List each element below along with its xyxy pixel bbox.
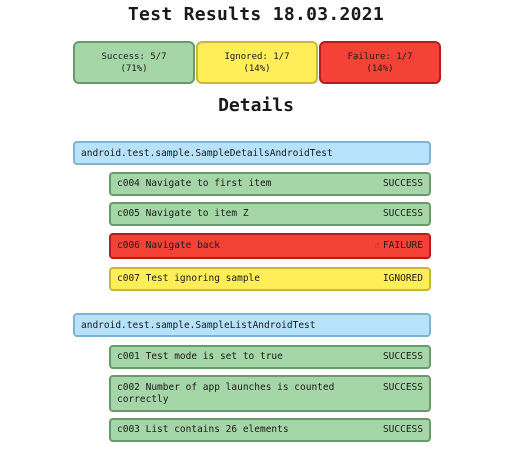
test-name: c004 Navigate to first item: [117, 178, 272, 189]
test-name: c005 Navigate to item Z: [117, 208, 249, 219]
summary-ignored-count: Ignored: 1/7: [224, 51, 290, 62]
suite-header[interactable]: android.test.sample.SampleDetailsAndroid…: [73, 141, 431, 165]
test-row[interactable]: c001 Test mode is set to true SUCCESS: [109, 345, 431, 369]
summary-failure-card: Failure: 1/7 (14%): [319, 41, 441, 84]
suite-header[interactable]: android.test.sample.SampleListAndroidTes…: [73, 313, 431, 337]
test-status: FAILURE: [382, 240, 423, 251]
pointer-hand-icon: ☝: [374, 241, 380, 251]
test-row[interactable]: c005 Navigate to item Z SUCCESS: [109, 202, 431, 226]
test-name: c007 Test ignoring sample: [117, 273, 260, 284]
test-status: SUCCESS: [382, 382, 423, 393]
test-status: IGNORED: [382, 273, 423, 284]
test-row[interactable]: c004 Navigate to first item SUCCESS: [109, 172, 431, 196]
test-row[interactable]: c006 Navigate back ☝ FAILURE: [109, 233, 431, 259]
summary-success-count: Success: 5/7: [101, 51, 167, 62]
test-row[interactable]: c007 Test ignoring sample IGNORED: [109, 267, 431, 291]
test-name: c002 Number of app launches is counted c…: [117, 382, 335, 405]
test-status: SUCCESS: [382, 178, 423, 189]
summary-success-percent: (71%): [120, 63, 148, 74]
test-name: c003 List contains 26 elements: [117, 424, 289, 435]
summary-failure-percent: (14%): [366, 63, 394, 74]
test-status: SUCCESS: [382, 208, 423, 219]
test-status: SUCCESS: [382, 424, 423, 435]
summary-ignored-card: Ignored: 1/7 (14%): [196, 41, 318, 84]
test-row[interactable]: c002 Number of app launches is counted c…: [109, 375, 431, 412]
summary-failure-count: Failure: 1/7: [347, 51, 413, 62]
test-name: c001 Test mode is set to true: [117, 351, 283, 362]
page-title: Test Results 18.03.2021: [127, 4, 385, 25]
test-status: SUCCESS: [382, 351, 423, 362]
summary-ignored-percent: (14%): [243, 63, 271, 74]
summary-success-card: Success: 5/7 (71%): [73, 41, 195, 84]
details-heading: Details: [218, 95, 294, 116]
test-row[interactable]: c003 List contains 26 elements SUCCESS: [109, 418, 431, 442]
test-name: c006 Navigate back: [117, 240, 220, 251]
